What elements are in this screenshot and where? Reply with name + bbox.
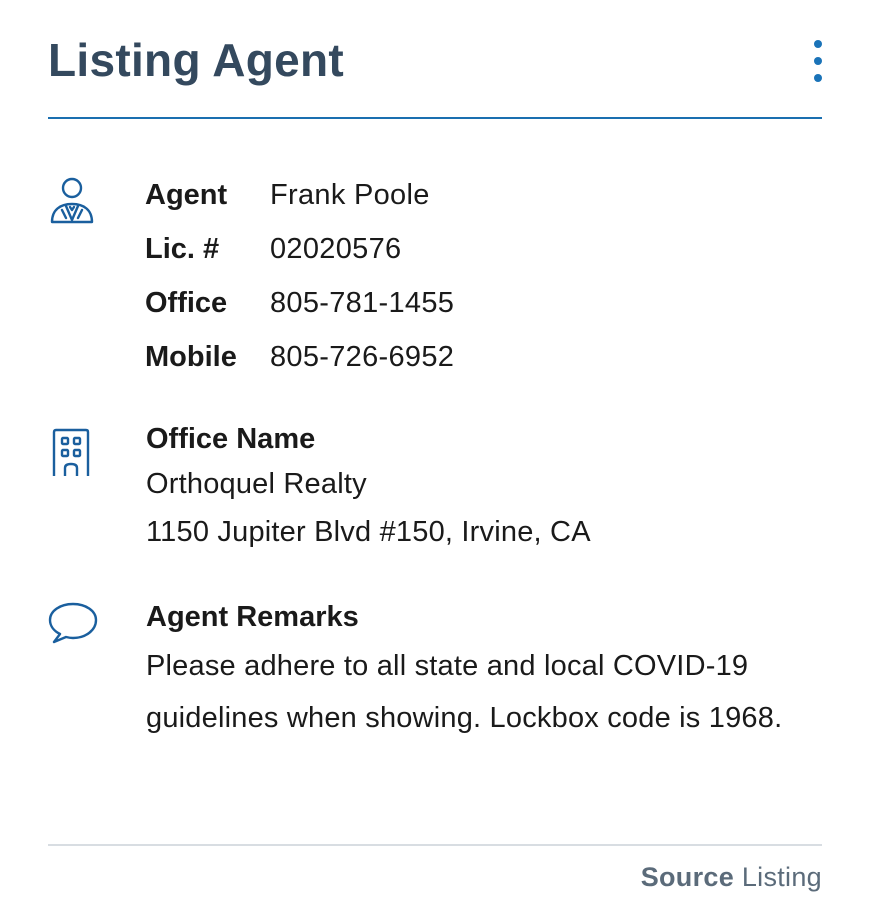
office-name-heading: Office Name bbox=[146, 423, 316, 455]
mobile-phone-label: Mobile bbox=[145, 341, 237, 373]
agent-label: Agent bbox=[145, 179, 228, 211]
menu-dot bbox=[814, 74, 822, 82]
menu-dot bbox=[814, 57, 822, 65]
remarks-heading: Agent Remarks bbox=[146, 601, 359, 633]
office-address: 1150 Jupiter Blvd #150, Irvine, CA bbox=[146, 516, 591, 548]
speech-bubble-icon bbox=[48, 600, 98, 648]
mobile-phone-link[interactable]: 805-726-6952 bbox=[270, 336, 454, 378]
card-title: Listing Agent bbox=[48, 34, 345, 86]
agent-name: Frank Poole bbox=[270, 179, 430, 211]
license-label: Lic. # bbox=[145, 233, 220, 265]
remarks-text: Please adhere to all state and local COV… bbox=[146, 650, 783, 734]
source-value: Listing bbox=[741, 862, 822, 892]
card-header: Listing Agent bbox=[48, 30, 822, 90]
office-name: Orthoquel Realty bbox=[146, 468, 367, 500]
footer-divider bbox=[48, 844, 822, 846]
source-attribution: Source Listing bbox=[641, 858, 822, 896]
office-phone-label: Office bbox=[145, 287, 228, 319]
office-building-icon bbox=[50, 428, 98, 476]
office-section: Office Name Orthoquel Realty 1150 Jupite… bbox=[146, 418, 826, 556]
license-number: 02020576 bbox=[270, 233, 402, 265]
office-phone-link[interactable]: 805-781-1455 bbox=[270, 282, 454, 324]
header-divider bbox=[48, 117, 822, 119]
source-label: Source bbox=[640, 862, 735, 892]
remarks-section: Agent Remarks Please adhere to all state… bbox=[146, 596, 826, 744]
menu-dot bbox=[814, 40, 822, 48]
more-vertical-icon[interactable] bbox=[810, 38, 826, 84]
agent-person-icon bbox=[48, 176, 96, 224]
listing-agent-card: Listing Agent Agent Frank Poole Lic. # 0… bbox=[0, 0, 870, 908]
